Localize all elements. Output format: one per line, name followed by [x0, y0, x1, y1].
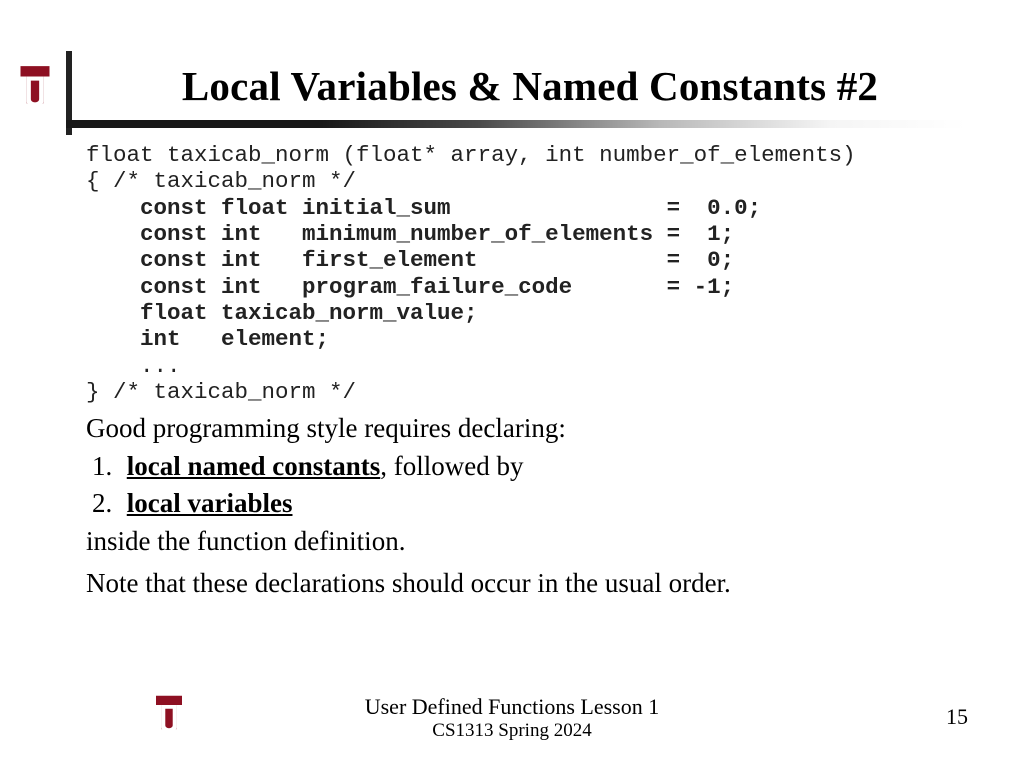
body-intro: Good programming style requires declarin… — [86, 411, 966, 447]
code-line: float taxicab_norm_value; — [86, 300, 478, 326]
code-line: ... — [86, 353, 181, 379]
slide-content: float taxicab_norm (float* array, int nu… — [86, 142, 966, 601]
body-line: Note that these declarations should occu… — [86, 566, 966, 602]
slide-title: Local Variables & Named Constants #2 — [80, 62, 980, 110]
code-line: float taxicab_norm (float* array, int nu… — [86, 142, 856, 168]
code-line: { /* taxicab_norm */ — [86, 168, 356, 194]
slide-footer: User Defined Functions Lesson 1 CS1313 S… — [0, 694, 1024, 742]
list-item: 2. local variables — [86, 486, 966, 522]
list-number: 1. — [92, 449, 120, 485]
slide: Local Variables & Named Constants #2 flo… — [0, 0, 1024, 768]
list-item: 1. local named constants, followed by — [86, 449, 966, 485]
code-line: int element; — [86, 326, 329, 352]
code-line: const float initial_sum = 0.0; — [86, 195, 761, 221]
list-term: local named constants — [127, 451, 381, 481]
body-line: inside the function definition. — [86, 524, 966, 560]
list-number: 2. — [92, 486, 120, 522]
footer-course: CS1313 Spring 2024 — [0, 720, 1024, 742]
list-rest: , followed by — [380, 451, 523, 481]
list-term: local variables — [127, 488, 293, 518]
code-line: const int minimum_number_of_elements = 1… — [86, 221, 734, 247]
body-text: Good programming style requires declarin… — [86, 411, 966, 601]
footer-lesson: User Defined Functions Lesson 1 — [0, 694, 1024, 720]
code-line: const int first_element = 0; — [86, 247, 734, 273]
code-line: const int program_failure_code = -1; — [86, 274, 734, 300]
code-line: } /* taxicab_norm */ — [86, 379, 356, 405]
page-number: 15 — [946, 704, 968, 730]
ou-logo-icon — [14, 62, 56, 120]
code-block: float taxicab_norm (float* array, int nu… — [86, 142, 966, 405]
title-horizontal-rule — [66, 120, 966, 128]
ou-logo-top — [14, 62, 56, 120]
